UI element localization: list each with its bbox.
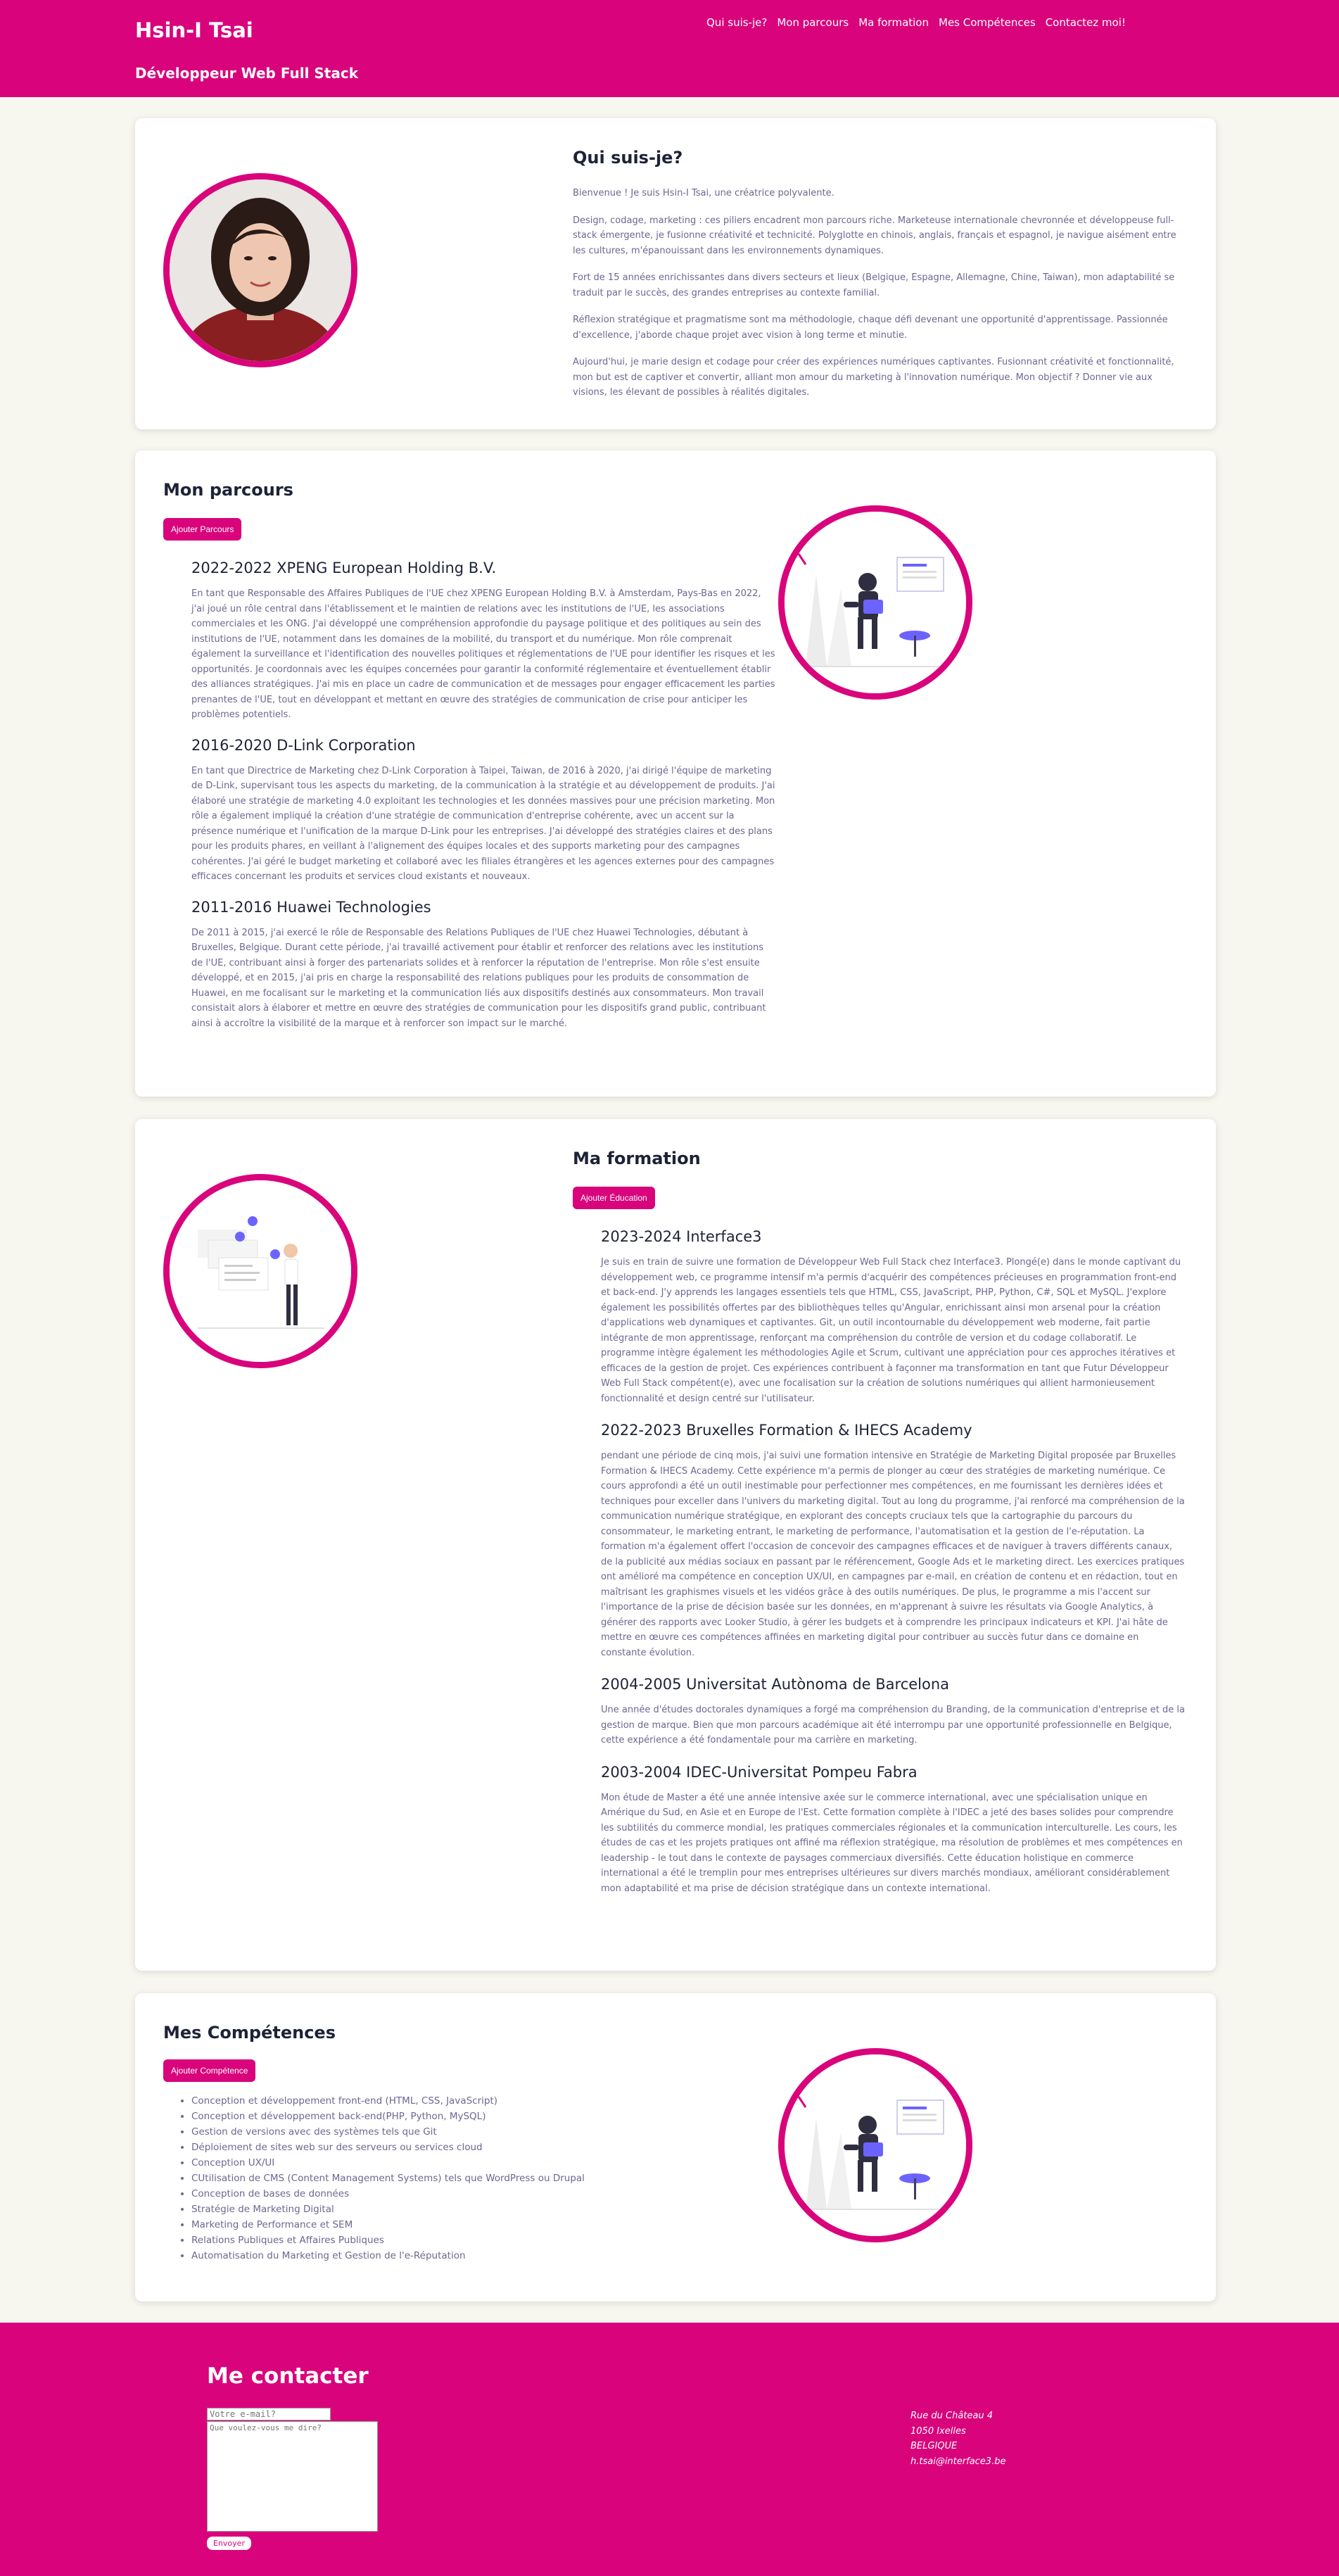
formation-item-text: pendant une période de cinq mois, j'ai s… — [601, 1451, 1185, 1658]
contact-email-link[interactable]: h.tsai@interface3.be — [910, 2454, 1005, 2470]
list-item: 2016-2020 D-Link Corporation En tant que… — [191, 737, 775, 885]
list-item: 2022-2023 Bruxelles Formation & IHECS Ac… — [601, 1422, 1185, 1660]
profile-photo — [163, 173, 357, 367]
about-content: Qui suis-je? Bienvenue ! Je suis Hsin-I … — [573, 148, 1186, 412]
message-field[interactable] — [207, 2421, 378, 2532]
about-title: Qui suis-je? — [573, 148, 683, 168]
email-field[interactable] — [207, 2408, 331, 2420]
about-paragraph: Design, codage, marketing : ces piliers … — [573, 215, 1176, 256]
about-paragraph: Aujourd'hui, je marie design et codage p… — [573, 357, 1174, 398]
formation-item-text: Mon étude de Master a été une année inte… — [601, 1792, 1183, 1894]
nav-item-about[interactable]: Qui suis-je? — [706, 16, 767, 29]
main-nav: Qui suis-je? Mon parcours Ma formation M… — [706, 16, 1126, 29]
formation-item-text: Je suis en train de suivre une formation… — [601, 1257, 1181, 1404]
parcours-item-title: 2022-2022 XPENG European Holding B.V. — [191, 560, 497, 576]
person-working-illustration — [785, 512, 966, 693]
formation-item-title: 2023-2024 Interface3 — [601, 1228, 762, 1245]
site-role: Développeur Web Full Stack — [135, 65, 359, 82]
nav-item-parcours[interactable]: Mon parcours — [777, 16, 849, 29]
parcours-item-text: En tant que Responsable des Affaires Pub… — [191, 588, 775, 720]
list-item: CUtilisation de CMS (Content Management … — [191, 2171, 585, 2186]
add-parcours-button[interactable]: Ajouter Parcours — [163, 518, 242, 541]
formation-item-text: Une année d'études doctorales dynamiques… — [601, 1705, 1185, 1745]
parcours-illustration — [778, 505, 972, 700]
list-item: Stratégie de Marketing Digital — [191, 2202, 585, 2217]
send-button[interactable]: Envoyer — [207, 2537, 251, 2550]
add-skill-button[interactable]: Ajouter Compétence — [163, 2059, 256, 2082]
address-street: Rue du Château 4 — [910, 2411, 994, 2421]
formation-item-title: 2004-2005 Universitat Autònoma de Barcel… — [601, 1676, 950, 1693]
skills-illustration — [778, 2048, 972, 2242]
list-item: Marketing de Performance et SEM — [191, 2217, 585, 2233]
address-country: BELGIQUE — [910, 2441, 958, 2451]
about-section: Qui suis-je? Bienvenue ! Je suis Hsin-I … — [135, 118, 1216, 429]
list-item: 2022-2022 XPENG European Holding B.V. En… — [191, 560, 775, 723]
about-paragraph: Réflexion stratégique et pragmatisme son… — [573, 315, 1168, 341]
parcours-section: Mon parcours Ajouter Parcours 2022-2022 … — [135, 450, 1216, 1097]
list-item: 2003-2004 IDEC-Universitat Pompeu Fabra … — [601, 1764, 1185, 1897]
parcours-item-text: De 2011 à 2015, j'ai exercé le rôle de R… — [191, 927, 766, 1029]
nav-item-formation[interactable]: Ma formation — [858, 16, 929, 29]
about-paragraph: Fort de 15 années enrichissantes dans di… — [573, 272, 1175, 298]
skills-list: Conception et développement front-end (H… — [191, 2093, 585, 2264]
parcours-item-title: 2011-2016 Huawei Technologies — [191, 898, 431, 916]
checklist-illustration — [170, 1180, 351, 1362]
nav-item-skills[interactable]: Mes Compétences — [939, 16, 1036, 29]
contact-address: Rue du Château 4 1050 Ixelles BELGIQUE h… — [910, 2408, 1005, 2469]
list-item: Déploiement de sites web sur des serveur… — [191, 2140, 585, 2155]
portrait-image — [170, 179, 351, 361]
nav-item-contact[interactable]: Contactez moi! — [1046, 16, 1126, 29]
formation-item-title: 2003-2004 IDEC-Universitat Pompeu Fabra — [601, 1763, 918, 1781]
parcours-item-title: 2016-2020 D-Link Corporation — [191, 736, 416, 754]
list-item: Conception UX/UI — [191, 2155, 585, 2171]
formation-section: Ma formation Ajouter Éducation 2023-2024… — [135, 1119, 1216, 1971]
list-item: 2023-2024 Interface3 Je suis en train de… — [601, 1228, 1185, 1406]
list-item: 2004-2005 Universitat Autònoma de Barcel… — [601, 1676, 1185, 1748]
formation-title: Ma formation — [573, 1149, 701, 1168]
list-item: Conception et développement front-end (H… — [191, 2093, 585, 2109]
skills-section: Mes Compétences Ajouter Compétence Conce… — [135, 1993, 1216, 2302]
list-item: Gestion de versions avec des systèmes te… — [191, 2124, 585, 2140]
skills-title: Mes Compétences — [163, 2023, 336, 2043]
list-item: Conception de bases de données — [191, 2186, 585, 2202]
contact-title: Me contacter — [207, 2363, 369, 2389]
site-name[interactable]: Hsin-I Tsai — [135, 18, 253, 42]
parcours-title: Mon parcours — [163, 480, 293, 500]
formation-item-title: 2022-2023 Bruxelles Formation & IHECS Ac… — [601, 1422, 972, 1439]
list-item: Conception et développement back-end(PHP… — [191, 2109, 585, 2124]
list-item: 2011-2016 Huawei Technologies De 2011 à … — [191, 899, 775, 1032]
formation-list: 2023-2024 Interface3 Je suis en train de… — [601, 1228, 1185, 1912]
address-city: 1050 Ixelles — [910, 2425, 966, 2437]
formation-illustration — [163, 1174, 357, 1368]
list-item: Automatisation du Marketing et Gestion d… — [191, 2248, 585, 2264]
list-item: Relations Publiques et Affaires Publique… — [191, 2233, 585, 2248]
about-paragraph: Bienvenue ! Je suis Hsin-I Tsai, une cré… — [573, 188, 835, 198]
contact-section: Me contacter Envoyer Rue du Château 4 10… — [0, 2323, 1339, 2576]
site-header: Hsin-I Tsai Développeur Web Full Stack Q… — [0, 0, 1339, 97]
parcours-list: 2022-2022 XPENG European Holding B.V. En… — [191, 560, 775, 1045]
parcours-item-text: En tant que Directrice de Marketing chez… — [191, 765, 775, 883]
add-education-button[interactable]: Ajouter Éducation — [573, 1187, 655, 1209]
person-working-illustration — [785, 2054, 966, 2236]
